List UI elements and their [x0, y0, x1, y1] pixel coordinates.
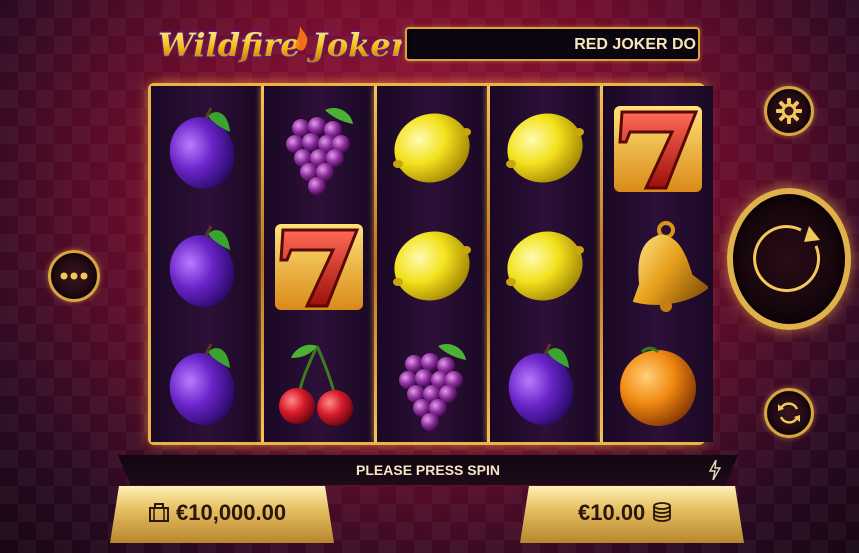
reels-frame	[148, 83, 713, 445]
menu-button[interactable]	[48, 250, 100, 302]
reel-1	[151, 86, 261, 442]
spin-button[interactable]	[727, 188, 851, 330]
grapes-symbol	[382, 334, 482, 434]
ticker-text: RED JOKER DO	[574, 36, 696, 53]
reel-4	[490, 86, 600, 442]
autoplay-icon	[778, 402, 800, 424]
lemon-symbol	[495, 98, 595, 198]
balance-display: €10,000.00	[110, 486, 334, 543]
reel-3	[377, 86, 487, 442]
bet-value: €10.00	[578, 500, 646, 525]
cherry-symbol	[269, 334, 369, 434]
grapes-symbol	[269, 98, 369, 198]
plum-symbol	[156, 98, 256, 198]
seven-symbol	[608, 98, 708, 198]
seven-symbol	[269, 216, 369, 316]
bell-symbol	[608, 216, 710, 316]
lemon-symbol	[382, 98, 482, 198]
plum-symbol	[495, 334, 595, 434]
autoplay-button[interactable]	[764, 388, 814, 438]
briefcase-icon	[149, 503, 169, 522]
balance-value: €10,000.00	[176, 500, 287, 525]
marquee-ticker: RED JOKER DO	[405, 27, 700, 61]
status-message: PLEASE PRESS SPIN	[356, 462, 500, 478]
bet-selector[interactable]: €10.00	[520, 486, 744, 543]
coins-icon	[653, 502, 672, 522]
logo-text: Wildfire Joker	[158, 26, 402, 64]
spin-arrow-icon	[753, 225, 821, 292]
lightning-icon[interactable]	[708, 460, 722, 480]
lemon-symbol	[382, 216, 482, 316]
orange-symbol	[608, 334, 708, 434]
gear-icon	[776, 98, 802, 124]
reel-5	[603, 86, 713, 442]
lemon-symbol	[495, 216, 595, 316]
reel-2	[264, 86, 374, 442]
more-dots-icon	[60, 272, 88, 280]
message-bar: PLEASE PRESS SPIN	[118, 455, 738, 485]
plum-symbol	[156, 334, 256, 434]
settings-button[interactable]	[764, 86, 814, 136]
plum-symbol	[156, 216, 256, 316]
game-logo: Wildfire Joker	[154, 20, 411, 68]
